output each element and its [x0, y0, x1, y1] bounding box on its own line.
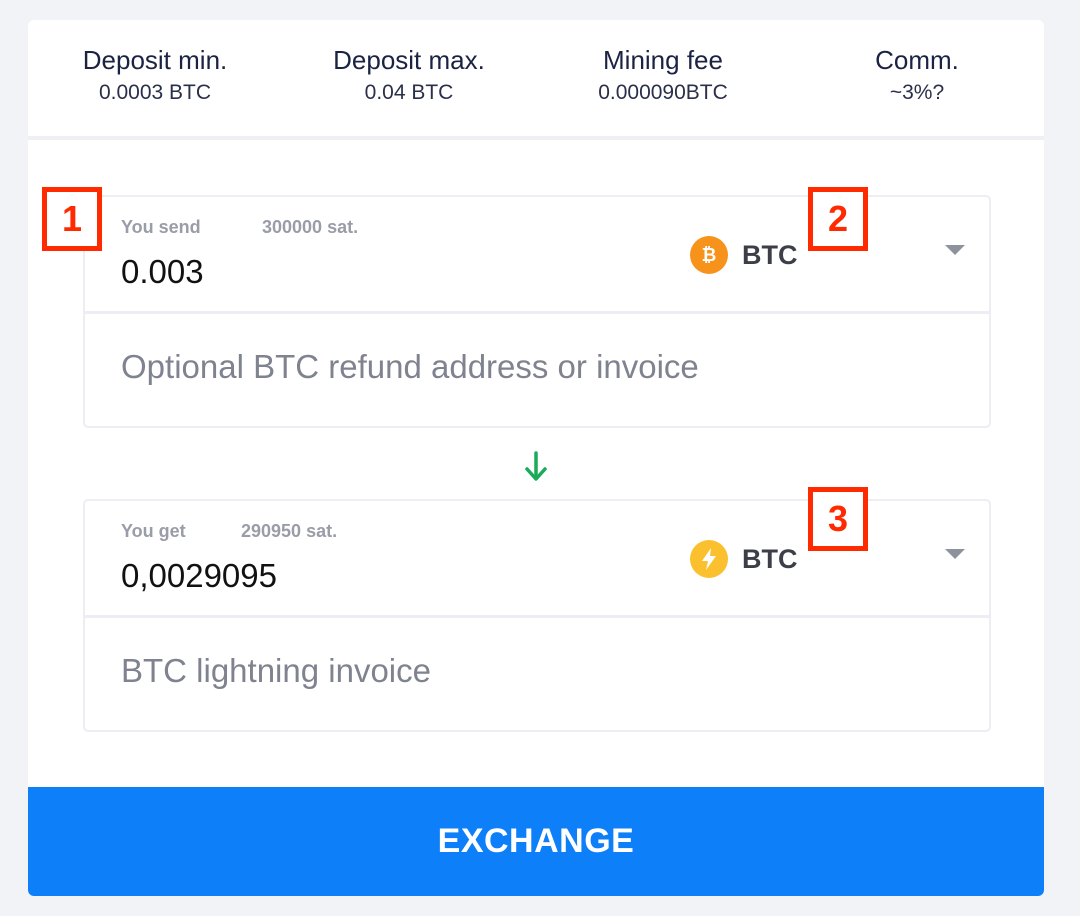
deposit-min-value: 0.0003 BTC [98, 81, 212, 104]
get-currency-label: BTC [742, 543, 798, 574]
bitcoin-icon: ₿ [690, 236, 728, 274]
send-currency-label: BTC [742, 239, 798, 270]
deposit-max: Deposit max. 0.04 BTC [289, 42, 529, 108]
annotation-marker-1: 1 [42, 187, 102, 251]
refund-address-input[interactable]: Optional BTC refund address or invoice [121, 348, 699, 386]
deposit-min: Deposit min. 0.0003 BTC [35, 42, 275, 108]
limits-bar: Deposit min. 0.0003 BTC Deposit max. 0.0… [28, 20, 1044, 140]
get-sats: 290950 sat. [241, 521, 338, 541]
send-amount-input[interactable]: 0.003 [121, 253, 204, 291]
send-label: You send [121, 217, 201, 237]
lightning-invoice-row: BTC lightning invoice [85, 618, 989, 730]
exchange-panel: Deposit min. 0.0003 BTC Deposit max. 0.0… [28, 20, 1044, 896]
get-chevron-down-icon[interactable] [945, 549, 965, 559]
lightning-icon [690, 540, 728, 578]
lightning-invoice-input[interactable]: BTC lightning invoice [121, 652, 431, 690]
mining-fee-value: 0.000090BTC [598, 81, 728, 104]
get-currency-select[interactable]: BTC [690, 539, 798, 579]
deposit-max-value: 0.04 BTC [364, 81, 454, 104]
send-chevron-down-icon[interactable] [945, 245, 965, 255]
svg-text:₿: ₿ [702, 245, 717, 266]
commission-title: Comm. [875, 45, 959, 75]
commission: Comm. ~3%? [797, 42, 1037, 108]
get-label: You get [121, 521, 186, 541]
arrow-down-icon [525, 451, 547, 481]
deposit-max-title: Deposit max. [333, 45, 485, 75]
send-currency-select[interactable]: ₿ BTC [690, 235, 798, 275]
deposit-min-title: Deposit min. [82, 45, 228, 75]
mining-fee: Mining fee 0.000090BTC [543, 42, 783, 108]
send-sats: 300000 sat. [262, 217, 359, 237]
mining-fee-title: Mining fee [603, 45, 723, 75]
commission-value: ~3%? [889, 81, 945, 104]
get-amount-value: 0,0029095 [121, 557, 277, 594]
refund-address-row: Optional BTC refund address or invoice [85, 314, 989, 426]
exchange-button[interactable]: EXCHANGE [28, 787, 1044, 896]
annotation-marker-2: 2 [808, 187, 868, 251]
annotation-marker-3: 3 [808, 487, 868, 551]
